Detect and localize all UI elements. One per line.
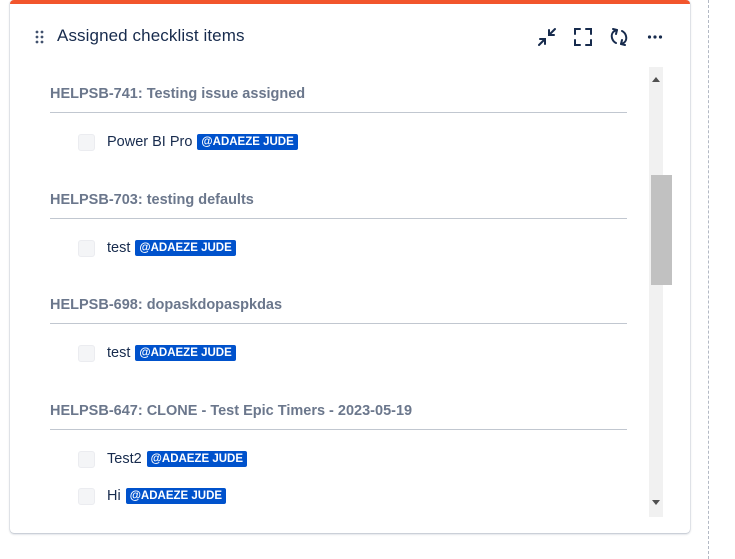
checklist-gadget: Assigned checklist items HELPSB-741: Tes…: [10, 0, 690, 533]
issue-heading[interactable]: HELPSB-698: dopaskdopaspkdas: [50, 297, 627, 324]
fullscreen-icon[interactable]: [570, 24, 596, 50]
item-checkbox[interactable]: [78, 344, 95, 362]
item-text: Hi: [107, 488, 121, 504]
accent-bar: [10, 0, 690, 4]
item-text: test: [107, 345, 131, 361]
drag-handle-icon[interactable]: [35, 30, 45, 44]
mention-badge[interactable]: @ADAEZE JUDE: [135, 345, 236, 361]
item-checkbox[interactable]: [78, 133, 95, 151]
issue-heading[interactable]: HELPSB-741: Testing issue assigned: [50, 86, 627, 113]
issue-heading[interactable]: HELPSB-703: testing defaults: [50, 192, 627, 219]
checklist-scroll-area[interactable]: HELPSB-741: Testing issue assigned Power…: [40, 67, 673, 517]
column-divider: [708, 0, 709, 559]
scroll-thumb[interactable]: [651, 175, 672, 285]
item-text: Power BI Pro: [107, 134, 193, 150]
gadget-actions: [534, 24, 668, 50]
gadget-title: Assigned checklist items: [57, 26, 245, 45]
more-icon[interactable]: [642, 24, 668, 50]
checklist-item: test @ADAEZE JUDE: [78, 237, 236, 259]
item-checkbox[interactable]: [78, 450, 95, 468]
refresh-icon[interactable]: [606, 24, 632, 50]
mention-badge[interactable]: @ADAEZE JUDE: [135, 240, 236, 256]
scroll-up-arrow-icon[interactable]: [649, 71, 663, 87]
checklist-item: Test2 @ADAEZE JUDE: [78, 448, 248, 470]
mention-badge[interactable]: @ADAEZE JUDE: [146, 451, 248, 467]
issue-heading[interactable]: HELPSB-647: CLONE - Test Epic Timers - 2…: [50, 403, 627, 430]
checklist-item: Power BI Pro @ADAEZE JUDE: [78, 131, 298, 153]
item-checkbox[interactable]: [78, 487, 95, 505]
vertical-scrollbar[interactable]: [649, 67, 672, 517]
checklist-item: Hi @ADAEZE JUDE: [78, 485, 227, 507]
collapse-icon[interactable]: [534, 24, 560, 50]
checklist-item: test @ADAEZE JUDE: [78, 342, 236, 364]
item-checkbox[interactable]: [78, 239, 95, 257]
scroll-down-arrow-icon[interactable]: [649, 495, 663, 511]
item-text: Test2: [107, 451, 142, 467]
item-text: test: [107, 240, 131, 256]
mention-badge[interactable]: @ADAEZE JUDE: [125, 488, 227, 504]
mention-badge[interactable]: @ADAEZE JUDE: [197, 134, 298, 150]
